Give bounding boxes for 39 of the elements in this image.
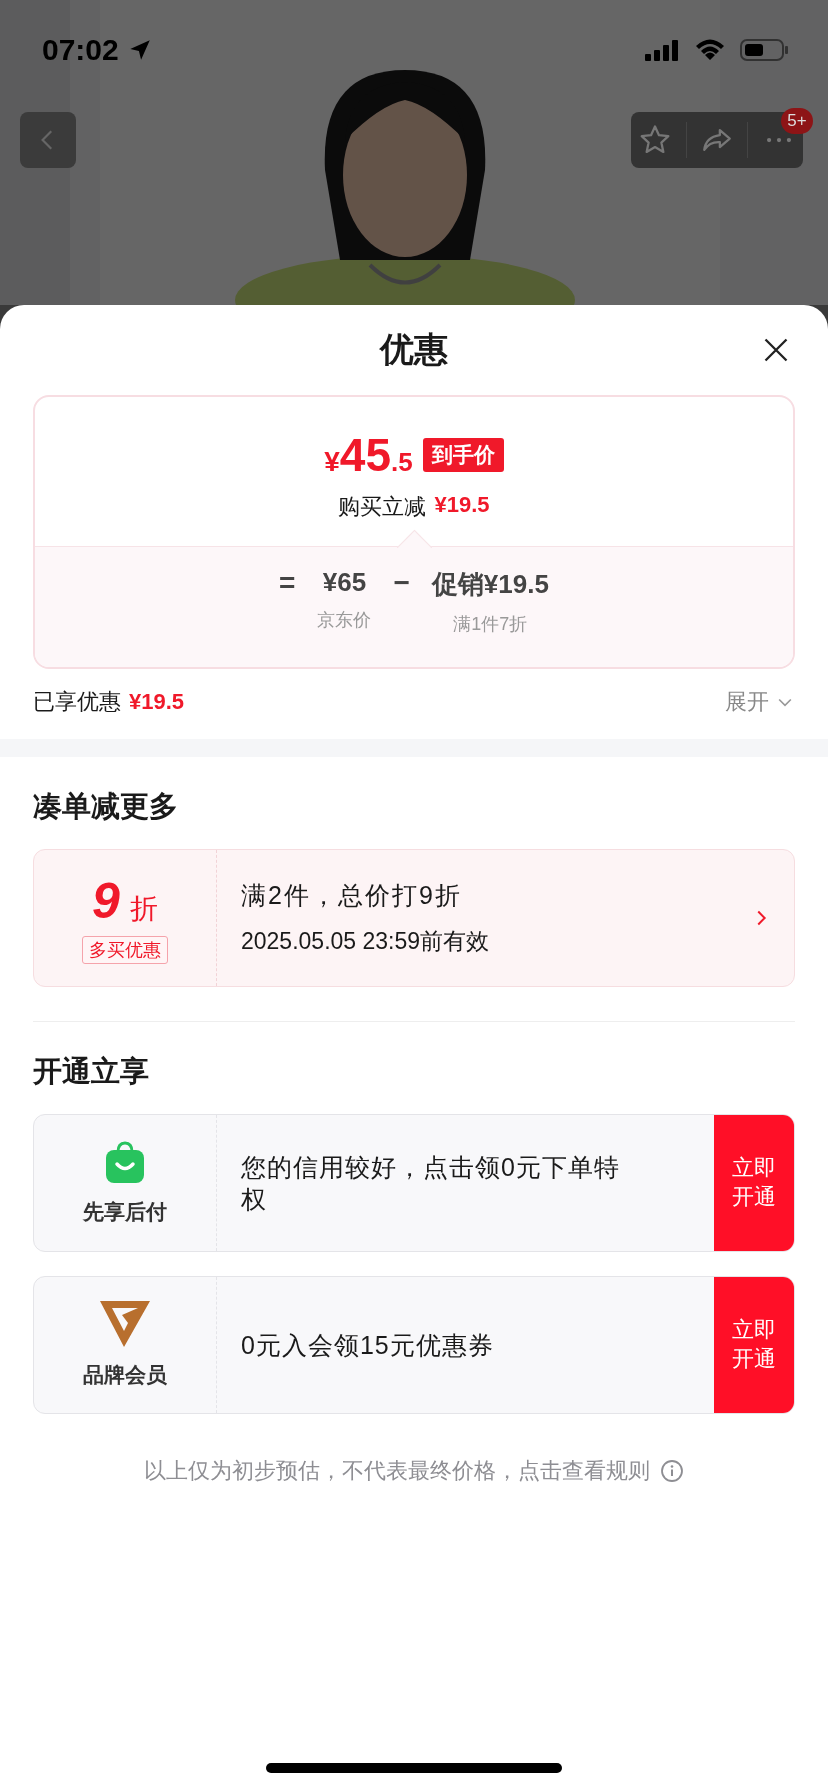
- price-tag: 到手价: [422, 437, 504, 472]
- back-button[interactable]: [20, 112, 76, 168]
- section-title: 开通立享: [33, 1054, 150, 1089]
- section-title: 凑单减更多: [33, 789, 179, 824]
- sheet-title: 优惠: [380, 329, 448, 370]
- info-icon[interactable]: [660, 1459, 684, 1483]
- reduction-amount: ¥19.5: [434, 491, 490, 519]
- coupon-rule: 满2件，总价打9折: [241, 880, 463, 911]
- base-price: ¥65: [322, 567, 367, 598]
- coupon-validity: 2025.05.05 23:59前有效: [241, 927, 491, 956]
- coupon-card[interactable]: 9 折 多买优惠 满2件，总价打9折 2025.05.05 23:59前有效: [33, 849, 795, 987]
- offer-text: 0元入会领15元优惠券: [240, 1329, 495, 1361]
- battery-icon: [740, 38, 790, 62]
- signal-icon: [644, 38, 680, 62]
- minus-sign: −: [393, 567, 410, 599]
- enjoyed-amount: ¥19.5: [129, 689, 185, 715]
- discount-unit: 折: [129, 892, 158, 926]
- promo-amount: 促销¥19.5: [431, 568, 549, 601]
- coupon-tag: 多买优惠: [82, 936, 168, 964]
- v-logo-icon: [100, 1301, 150, 1347]
- notification-badge: 5+: [781, 108, 813, 134]
- final-price: ¥45.5: [324, 427, 413, 482]
- expand-button[interactable]: 展开: [725, 687, 795, 717]
- discount-number: 9: [92, 872, 120, 930]
- activate-button[interactable]: 立即开通: [714, 1115, 794, 1251]
- equals-sign: =: [279, 567, 296, 599]
- offer-text: 您的信用较好，点击领0元下单特权: [240, 1151, 621, 1215]
- enjoyed-label: 已享优惠: [33, 688, 121, 716]
- disclaimer-text[interactable]: 以上仅为初步预估，不代表最终价格，点击查看规则: [144, 1456, 650, 1486]
- wifi-icon: [694, 38, 726, 62]
- reduction-label: 购买立减: [338, 492, 427, 521]
- offer-name: 先享后付: [83, 1199, 167, 1225]
- close-icon[interactable]: [762, 336, 790, 364]
- base-price-label: 京东价: [317, 609, 372, 632]
- promo-label: 满1件7折: [453, 613, 528, 636]
- status-time: 07:02: [42, 33, 119, 67]
- activate-button[interactable]: 立即开通: [714, 1277, 794, 1413]
- offer-name: 品牌会员: [83, 1362, 167, 1388]
- shopping-bag-icon: [105, 1140, 145, 1184]
